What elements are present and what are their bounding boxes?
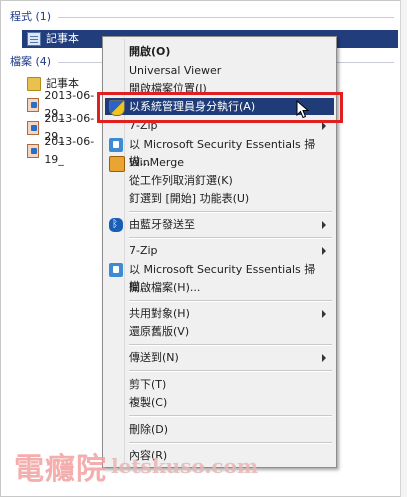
menu-separator xyxy=(129,300,332,302)
menu-item-label: 複製(C) xyxy=(129,396,168,409)
menu-item-label: 7-Zip xyxy=(129,244,158,257)
notepad-icon xyxy=(27,32,41,46)
menu-separator xyxy=(129,370,332,372)
media-file-icon xyxy=(27,98,40,112)
menu-separator xyxy=(129,237,332,239)
menu-item-share-with[interactable]: 共用對象(H) xyxy=(105,305,334,322)
menu-item-open-file[interactable]: 開啟檔案(H)... xyxy=(105,279,334,296)
menu-item-label: 還原舊版(V) xyxy=(129,325,190,338)
menu-item-unpin-taskbar[interactable]: 從工作列取消釘選(K) xyxy=(105,172,334,189)
menu-item-copy[interactable]: 複製(C) xyxy=(105,394,334,411)
menu-separator xyxy=(129,211,332,213)
result-label: 記事本 xyxy=(46,32,79,45)
menu-item-label: Universal Viewer xyxy=(129,64,222,77)
menu-item-delete[interactable]: 刪除(D) xyxy=(105,421,334,438)
menu-item-restore-versions[interactable]: 還原舊版(V) xyxy=(105,323,334,340)
menu-item-universal-viewer[interactable]: Universal Viewer xyxy=(105,62,334,79)
result-label: 2013-06-19_ xyxy=(44,135,95,166)
menu-item-label: 從工作列取消釘選(K) xyxy=(129,174,233,187)
mouse-cursor-icon xyxy=(296,100,310,119)
submenu-arrow-icon xyxy=(322,247,326,255)
menu-item-7zip[interactable]: 7-Zip xyxy=(105,242,334,259)
menu-item-label: 釘選到 [開始] 功能表(U) xyxy=(129,192,250,205)
security-essentials-icon xyxy=(109,138,123,152)
menu-item-label: 剪下(T) xyxy=(129,378,167,391)
media-file-icon xyxy=(27,121,40,135)
media-file-icon xyxy=(27,144,40,158)
menu-item-mse-scan[interactable]: 以 Microsoft Security Essentials 掃描... xyxy=(105,261,334,293)
menu-separator xyxy=(129,344,332,346)
watermark-logo: 電癮院 letskuso.com xyxy=(14,446,259,487)
bluetooth-icon xyxy=(109,216,123,233)
menu-item-label: 開啟(O) xyxy=(129,45,171,58)
result-item-file[interactable]: 2013-06-19_ xyxy=(24,135,104,166)
menu-item-send-to[interactable]: 傳送到(N) xyxy=(105,349,334,366)
menu-item-pin-start[interactable]: 釘選到 [開始] 功能表(U) xyxy=(105,190,334,207)
submenu-arrow-icon xyxy=(322,221,326,229)
menu-item-label: WinMerge xyxy=(129,156,184,169)
security-essentials-icon xyxy=(109,263,123,277)
menu-item-bluetooth-send[interactable]: 由藍牙發送至 xyxy=(105,216,334,233)
menu-item-label: 刪除(D) xyxy=(129,423,169,436)
menu-separator xyxy=(129,442,332,444)
watermark-brand: 電癮院 xyxy=(14,452,107,487)
section-divider xyxy=(58,17,394,18)
submenu-arrow-icon xyxy=(322,122,326,130)
menu-item-label: 由藍牙發送至 xyxy=(129,218,195,231)
menu-item-mse-scan[interactable]: 以 Microsoft Security Essentials 掃描... xyxy=(105,136,334,168)
menu-item-label: 共用對象(H) xyxy=(129,307,190,320)
section-header-programs: 程式 (1) xyxy=(10,10,52,23)
menu-item-winmerge[interactable]: WinMerge xyxy=(105,154,334,172)
folder-icon xyxy=(27,77,41,91)
menu-separator xyxy=(129,415,332,417)
menu-item-label: 開啟檔案(H)... xyxy=(129,281,201,294)
menu-item-open[interactable]: 開啟(O) xyxy=(105,43,334,60)
menu-item-cut[interactable]: 剪下(T) xyxy=(105,376,334,393)
watermark-domain: letskuso.com xyxy=(111,454,259,478)
menu-item-label: 傳送到(N) xyxy=(129,351,179,364)
background-window-edge xyxy=(400,0,407,497)
section-header-files: 檔案 (4) xyxy=(10,55,52,68)
submenu-arrow-icon xyxy=(322,354,326,362)
submenu-arrow-icon xyxy=(322,310,326,318)
winmerge-icon xyxy=(109,156,125,172)
